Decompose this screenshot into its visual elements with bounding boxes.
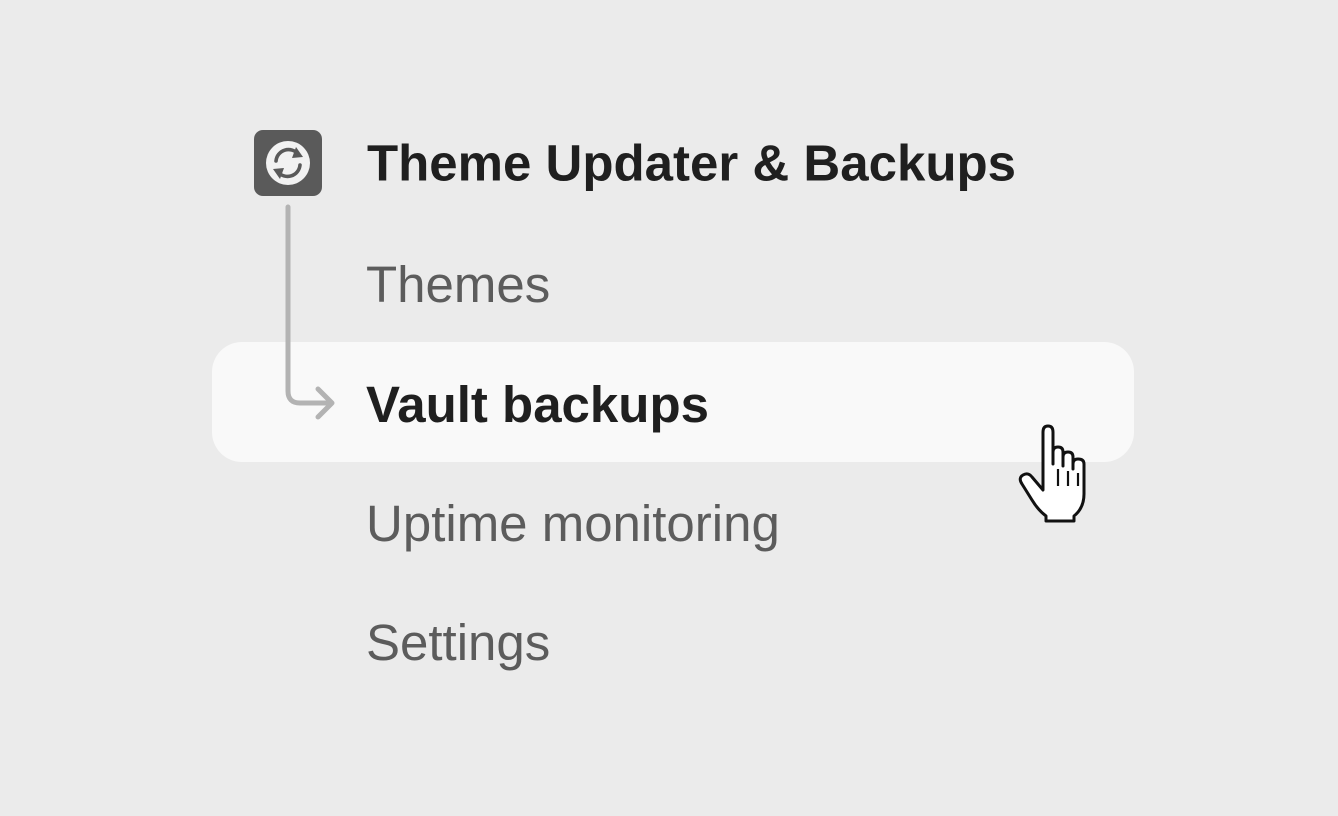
pointer-hand-icon [1018, 424, 1086, 523]
tree-connector-arrow-icon [285, 204, 335, 420]
nav-item-uptime-monitoring[interactable]: Uptime monitoring [366, 498, 780, 549]
nav-item-vault-backups[interactable]: Vault backups [366, 379, 709, 430]
nav-item-settings[interactable]: Settings [366, 617, 550, 668]
sync-icon [254, 130, 322, 196]
app-navigation: Theme Updater & Backups Themes Vault bac… [0, 0, 1338, 816]
nav-item-themes[interactable]: Themes [366, 259, 550, 310]
app-header[interactable]: Theme Updater & Backups [254, 128, 1016, 198]
app-title: Theme Updater & Backups [367, 134, 1017, 192]
